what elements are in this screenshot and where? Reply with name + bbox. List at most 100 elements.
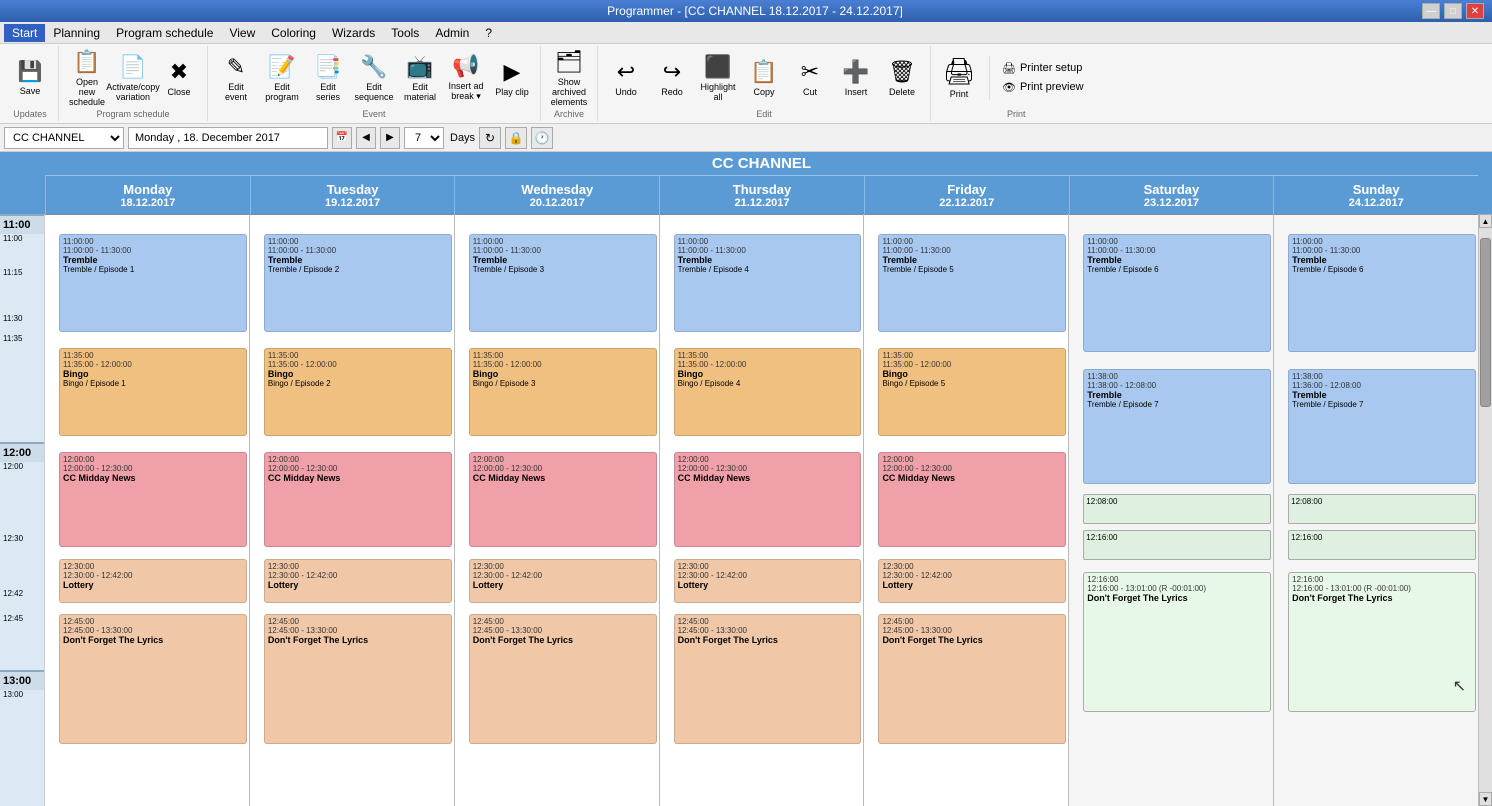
time-header-cell [0,152,45,214]
program-lyrics-sun[interactable]: 12:16:00 12:16:00 - 13:01:00 (R -00:01:0… [1288,572,1476,712]
insert-icon: ➕ [842,59,869,85]
channel-select[interactable]: CC CHANNEL [4,127,124,149]
insert-ad-break-button[interactable]: 📢 Insert ad break ▾ [444,49,488,107]
edit-event-icon: ✎ [227,54,245,80]
menu-wizards[interactable]: Wizards [324,24,383,42]
edit-sequence-button[interactable]: 🔧 Edit sequence [352,49,396,107]
clock-btn[interactable]: 🕐 [531,127,553,149]
program-lottery-fri[interactable]: 12:30:00 12:30:00 - 12:42:00 Lottery [878,559,1066,603]
program-news-wed[interactable]: 12:00:00 12:00:00 - 12:30:00 CC Midday N… [469,452,657,547]
program-tremble-ep4-thu[interactable]: 11:00:00 11:00:00 - 11:30:00 Tremble Tre… [674,234,862,332]
menu-tools[interactable]: Tools [383,24,427,42]
menu-admin[interactable]: Admin [427,24,477,42]
program-tremble-ep6-sun[interactable]: 11:00:00 11:00:00 - 11:30:00 Tremble Tre… [1288,234,1476,352]
program-tremble-ep7-sat[interactable]: 11:38:00 11:38:00 - 12:08:00 Tremble Tre… [1083,369,1271,484]
updates-label: Updates [13,109,47,119]
highlight-icon: ⬛ [704,54,731,80]
program-lyrics-sat[interactable]: 12:16:00 12:16:00 - 13:01:00 (R -00:01:0… [1083,572,1271,712]
close-button[interactable]: ✖ Close [157,49,201,107]
print-preview-icon: 👁 [1002,81,1016,94]
program-lottery-tue[interactable]: 12:30:00 12:30:00 - 12:42:00 Lottery [264,559,452,603]
print-button[interactable]: 🖨 Print [937,49,981,107]
minimize-btn[interactable]: — [1422,3,1440,19]
undo-button[interactable]: ↩ Undo [604,49,648,107]
lock-btn[interactable]: 🔒 [505,127,527,149]
edit-material-button[interactable]: 📺 Edit material [398,49,442,107]
program-tremble-ep5-fri[interactable]: 11:00:00 11:00:00 - 11:30:00 Tremble Tre… [878,234,1066,332]
program-news-fri[interactable]: 12:00:00 12:00:00 - 12:30:00 CC Midday N… [878,452,1066,547]
program-tremble-ep6-sat[interactable]: 11:00:00 11:00:00 - 11:30:00 Tremble Tre… [1083,234,1271,352]
program-bingo-ep3-wed[interactable]: 11:35:00 11:35:00 - 12:00:00 Bingo Bingo… [469,348,657,436]
menu-start[interactable]: Start [4,24,45,42]
print-preview-link[interactable]: 👁 Print preview [998,79,1088,96]
event-label: Event [362,109,385,119]
program-lottery-wed[interactable]: 12:30:00 12:30:00 - 12:42:00 Lottery [469,559,657,603]
activate-copy-button[interactable]: 📄 Activate/copy variation [111,49,155,107]
close-schedule-icon: ✖ [170,59,188,85]
show-archived-button[interactable]: 🗂 Show archived elements [547,49,591,107]
program-tremble-ep3-wed[interactable]: 11:00:00 11:00:00 - 11:30:00 Tremble Tre… [469,234,657,332]
time-label-11: 11:00 [0,214,44,234]
edit-event-button[interactable]: ✎ Edit event [214,49,258,107]
program-lyrics-fri[interactable]: 12:45:00 12:45:00 - 13:30:00 Don't Forge… [878,614,1066,744]
edit-label: Edit [756,109,772,119]
date-picker-btn[interactable]: 📅 [332,127,352,149]
restore-btn[interactable]: □ [1444,3,1462,19]
program-tremble-ep7-sun[interactable]: 11:38:00 11:36:00 - 12:08:00 Tremble Tre… [1288,369,1476,484]
delete-button[interactable]: 🗑 Delete [880,49,924,107]
program-tremble-ep2-tue[interactable]: 11:00:00 11:00:00 - 11:30:00 Tremble Tre… [264,234,452,332]
menu-coloring[interactable]: Coloring [263,24,324,42]
close-btn[interactable]: ✕ [1466,3,1484,19]
menu-planning[interactable]: Planning [45,24,108,42]
program-news-mon[interactable]: 12:00:00 12:00:00 - 12:30:00 CC Midday N… [59,452,247,547]
program-lyrics-tue[interactable]: 12:45:00 12:45:00 - 13:30:00 Don't Forge… [264,614,452,744]
redo-button[interactable]: ↪ Redo [650,49,694,107]
day-header-friday: Friday 22.12.2017 [864,176,1069,214]
time-label-1130: 11:30 [3,314,22,323]
menu-view[interactable]: View [221,24,263,42]
day-col-friday: 11:00:00 11:00:00 - 11:30:00 Tremble Tre… [863,214,1068,806]
time-label-1115: 11:15 [3,268,22,277]
printer-setup-link[interactable]: 🖨 Printer setup [998,60,1088,77]
program-lyrics-wed[interactable]: 12:45:00 12:45:00 - 13:30:00 Don't Forge… [469,614,657,744]
program-news-tue[interactable]: 12:00:00 12:00:00 - 12:30:00 CC Midday N… [264,452,452,547]
day-col-monday: 11:00:00 11:00:00 - 11:30:00 Tremble Tre… [45,214,249,806]
program-news-thu[interactable]: 12:00:00 12:00:00 - 12:30:00 CC Midday N… [674,452,862,547]
edit-series-button[interactable]: 📑 Edit series [306,49,350,107]
program-lottery-thu[interactable]: 12:30:00 12:30:00 - 12:42:00 Lottery [674,559,862,603]
play-clip-button[interactable]: ▶ Play clip [490,49,534,107]
prev-btn[interactable]: ◀ [356,127,376,149]
edit-program-button[interactable]: 📝 Edit program [260,49,304,107]
printer-icon: 🖨 [942,56,975,87]
menu-program-schedule[interactable]: Program schedule [108,24,221,42]
vertical-scrollbar[interactable]: ▲ ▼ [1478,214,1492,806]
insert-button[interactable]: ➕ Insert [834,49,878,107]
cut-button[interactable]: ✂ Cut [788,49,832,107]
days-text: Days [450,132,475,144]
open-schedule-icon: 📋 [73,49,100,75]
highlight-all-button[interactable]: ⬛ Highlight all [696,49,740,107]
scroll-up-btn[interactable]: ▲ [1479,214,1492,228]
copy-button[interactable]: 📋 Copy [742,49,786,107]
program-lottery-mon[interactable]: 12:30:00 12:30:00 - 12:42:00 Lottery [59,559,247,603]
delete-icon: 🗑 [888,59,916,85]
activate-icon: 📄 [119,54,146,80]
program-bingo-ep4-thu[interactable]: 11:35:00 11:35:00 - 12:00:00 Bingo Bingo… [674,348,862,436]
program-lyrics-mon[interactable]: 12:45:00 12:45:00 - 13:30:00 Don't Forge… [59,614,247,744]
program-bingo-ep1-mon[interactable]: 11:35:00 11:35:00 - 12:00:00 Bingo Bingo… [59,348,247,436]
program-bingo-ep5-fri[interactable]: 11:35:00 11:35:00 - 12:00:00 Bingo Bingo… [878,348,1066,436]
window-controls[interactable]: — □ ✕ [1422,3,1484,19]
days-count-select[interactable]: 7 [404,127,444,149]
refresh-btn[interactable]: ↻ [479,127,501,149]
next-btn[interactable]: ▶ [380,127,400,149]
program-lyrics-thu[interactable]: 12:45:00 12:45:00 - 13:30:00 Don't Forge… [674,614,862,744]
menu-help[interactable]: ? [477,24,500,42]
day-label: Monday [135,132,174,144]
scroll-down-btn[interactable]: ▼ [1479,792,1492,806]
toolbar-group-updates: 💾 Save Updates [2,46,59,121]
program-tremble-ep1-mon[interactable]: 11:00:00 11:00:00 - 11:30:00 Tremble Tre… [59,234,247,332]
scroll-thumb[interactable] [1480,238,1491,407]
open-new-schedule-button[interactable]: 📋 Open new schedule [65,49,109,107]
save-button[interactable]: 💾 Save [8,49,52,107]
program-bingo-ep2-tue[interactable]: 11:35:00 11:35:00 - 12:00:00 Bingo Bingo… [264,348,452,436]
